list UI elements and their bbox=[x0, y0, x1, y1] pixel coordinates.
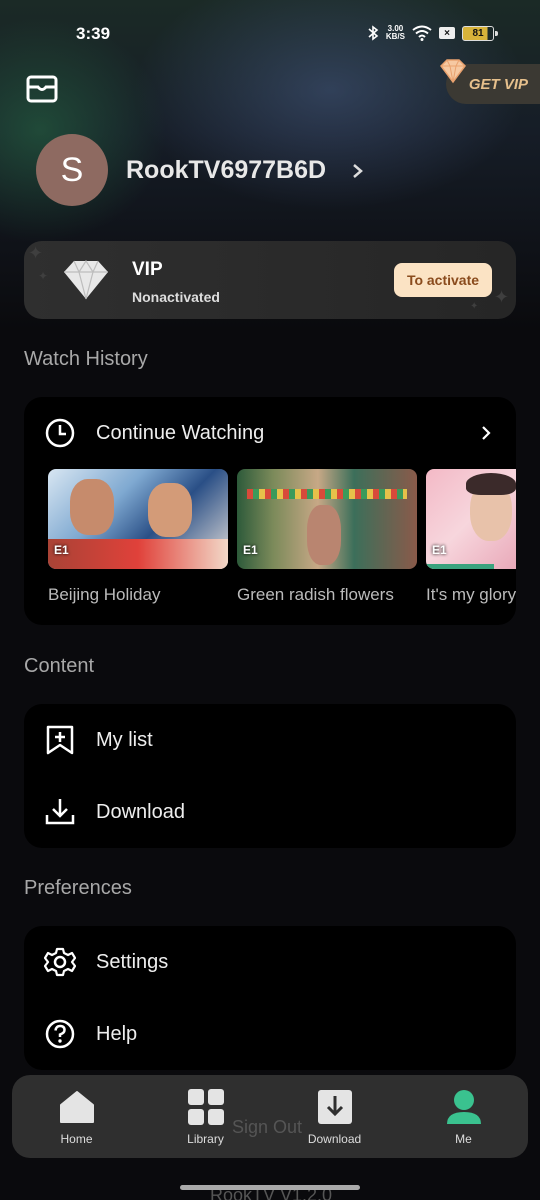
continue-watching-row[interactable]: Continue Watching bbox=[44, 417, 496, 449]
status-icons: 3.00 KB/S × 81 bbox=[367, 25, 498, 41]
chevron-right-icon[interactable] bbox=[350, 160, 366, 182]
chevron-right-icon bbox=[482, 426, 491, 440]
wifi-icon bbox=[412, 25, 432, 41]
thumbnail-hair bbox=[466, 473, 516, 495]
get-vip-button[interactable]: GET VIP bbox=[440, 59, 540, 104]
vip-card[interactable]: ✦ ✦ ✦ ✦ VIP Nonactivated To activate bbox=[24, 241, 516, 319]
thumbnail-banner bbox=[48, 539, 228, 569]
bookmark-add-icon bbox=[46, 725, 74, 755]
history-item-thumbnail[interactable]: E1 bbox=[48, 469, 228, 569]
settings-label: Settings bbox=[96, 950, 169, 973]
network-speed: 3.00 KB/S bbox=[386, 25, 405, 41]
gear-icon bbox=[44, 947, 76, 977]
tab-library-label: Library bbox=[187, 1132, 224, 1146]
get-vip-label: GET VIP bbox=[468, 75, 528, 93]
mail-icon[interactable] bbox=[26, 74, 58, 104]
tab-home-label: Home bbox=[60, 1132, 93, 1146]
vip-status: Nonactivated bbox=[132, 289, 220, 305]
history-item-thumbnail[interactable]: E1 bbox=[237, 469, 417, 569]
thumbnail-figure bbox=[307, 505, 341, 565]
diamond-icon bbox=[440, 59, 466, 84]
home-indicator bbox=[180, 1185, 360, 1190]
help-row[interactable]: Help bbox=[44, 1018, 137, 1050]
vip-title: VIP bbox=[132, 259, 163, 280]
home-icon bbox=[59, 1091, 94, 1123]
battery-icon: 81 bbox=[462, 25, 498, 41]
section-title-preferences: Preferences bbox=[24, 877, 132, 899]
my-list-label: My list bbox=[96, 728, 153, 751]
username[interactable]: RookTV6977B6D bbox=[126, 156, 326, 185]
tab-me[interactable]: Me bbox=[399, 1075, 528, 1158]
sparkle-icon: ✦ bbox=[38, 269, 49, 283]
history-item-title[interactable]: It's my glory bbox=[426, 585, 516, 605]
sparkle-icon: ✦ bbox=[28, 243, 44, 263]
thumbnail-figure bbox=[70, 479, 114, 535]
download-label: Download bbox=[96, 800, 185, 823]
thumbnail-figure bbox=[148, 483, 192, 537]
tab-download-label: Download bbox=[307, 1132, 362, 1146]
preferences-card: Settings Help bbox=[24, 926, 516, 1070]
avatar-letter: S bbox=[60, 150, 84, 189]
history-item-title[interactable]: Green radish flowers bbox=[237, 585, 394, 605]
settings-row[interactable]: Settings bbox=[44, 946, 168, 978]
vip-diamond-icon bbox=[64, 259, 108, 300]
bluetooth-icon bbox=[368, 25, 379, 41]
tab-download[interactable]: Download bbox=[270, 1075, 399, 1158]
watch-history-card: Continue Watching E1 Beijing Holiday E1 … bbox=[24, 397, 516, 625]
tab-home[interactable]: Home bbox=[12, 1075, 141, 1158]
status-bar: 3:39 3.00 KB/S × 81 bbox=[0, 0, 540, 66]
watch-progress-bar bbox=[426, 564, 495, 569]
history-item-thumbnail[interactable]: E1 bbox=[426, 469, 516, 569]
person-icon bbox=[446, 1090, 481, 1124]
history-item-title[interactable]: Beijing Holiday bbox=[48, 585, 160, 605]
download-box-icon bbox=[317, 1090, 352, 1124]
download-icon bbox=[45, 799, 75, 825]
clock-icon bbox=[45, 418, 75, 448]
tab-me-label: Me bbox=[455, 1132, 472, 1146]
help-icon bbox=[45, 1019, 75, 1049]
episode-badge: E1 bbox=[432, 543, 447, 557]
episode-badge: E1 bbox=[243, 543, 258, 557]
content-card: My list Download bbox=[24, 704, 516, 848]
thumbnail-ribbons bbox=[247, 489, 407, 499]
battery-level: 81 bbox=[472, 27, 484, 39]
network-speed-unit: KB/S bbox=[385, 32, 405, 41]
my-list-row[interactable]: My list bbox=[44, 724, 153, 756]
avatar[interactable]: S bbox=[36, 134, 108, 206]
section-title-watch-history: Watch History bbox=[24, 348, 148, 370]
grid-icon bbox=[187, 1089, 224, 1125]
help-label: Help bbox=[96, 1022, 138, 1045]
status-time: 3:39 bbox=[76, 24, 111, 43]
section-title-content: Content bbox=[24, 655, 95, 677]
continue-watching-label: Continue Watching bbox=[96, 421, 265, 444]
sim-off-icon: × bbox=[439, 27, 455, 39]
tab-library[interactable]: Library bbox=[141, 1075, 270, 1158]
activate-button[interactable]: To activate bbox=[394, 263, 492, 297]
sparkle-icon: ✦ bbox=[494, 287, 510, 307]
sparkle-icon: ✦ bbox=[470, 301, 479, 312]
episode-badge: E1 bbox=[54, 543, 69, 557]
bottom-tab-bar: Sign Out Home Library Download Me bbox=[12, 1075, 528, 1158]
download-row[interactable]: Download bbox=[44, 796, 185, 828]
